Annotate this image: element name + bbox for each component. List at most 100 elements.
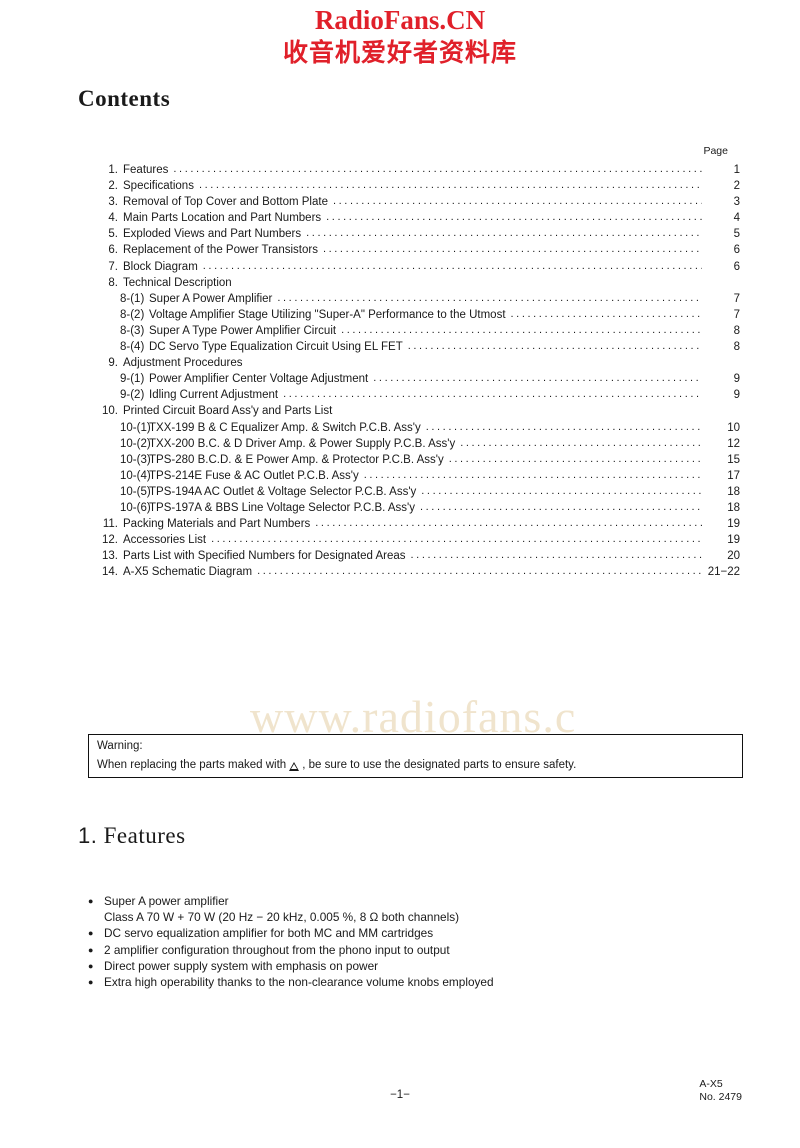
toc-item-page: 18 <box>727 501 740 514</box>
toc-leader-dots: ........................................… <box>198 179 702 192</box>
warning-text-after: , be sure to use the designated parts to… <box>302 759 577 771</box>
toc-item-number: 1. <box>108 164 118 176</box>
table-of-contents: 1. Features..............................… <box>92 162 740 580</box>
toc-item-page: 3 <box>733 196 740 209</box>
toc-item-number: 7. <box>108 260 118 273</box>
toc-item-page: 21−22 <box>707 566 740 579</box>
warning-text-before: When replacing the parts maked with <box>97 759 287 771</box>
toc-item-page: 7 <box>733 308 740 321</box>
toc-item-label: Parts List with Specified Numbers for De… <box>123 550 406 563</box>
toc-item-page: 12 <box>727 437 740 450</box>
toc-item-page: 9 <box>733 389 740 402</box>
toc-row: 10-(6) TPS-197A & BBS Line Voltage Select… <box>92 500 740 516</box>
toc-item-number: 3. <box>108 196 118 209</box>
toc-item-label: Accessories List <box>123 534 207 547</box>
warning-box: Warning: When replacing the parts maked … <box>88 734 743 778</box>
toc-leader-dots: ........................................… <box>448 452 702 465</box>
toc-leader-dots: ........................................… <box>425 420 702 433</box>
toc-item-number: 8. <box>108 276 118 289</box>
toc-item-label: Technical Description <box>123 276 232 289</box>
features-section-number: 1. <box>78 823 98 848</box>
toc-row: 8.Technical Description.................… <box>92 275 740 291</box>
toc-item-page: 2 <box>733 180 740 193</box>
site-watermark-header: RadioFans.CN 收音机爱好者资料库 <box>0 5 800 66</box>
toc-row: 10-(3) TPS-280 B.C.D. & E Power Amp. & Pr… <box>92 452 740 468</box>
document-page: RadioFans.CN 收音机爱好者资料库 Contents Page 1. F… <box>0 0 800 1148</box>
toc-item-page: 8 <box>733 341 740 354</box>
toc-item-label: Voltage Amplifier Stage Utilizing "Super… <box>149 308 506 321</box>
site-watermark-title: RadioFans.CN <box>314 5 486 35</box>
toc-item-number: 4. <box>108 212 118 225</box>
toc-row: 3. Removal of Top Cover and Bottom Plate.… <box>92 194 740 210</box>
toc-leader-dots: ........................................… <box>410 549 702 562</box>
toc-item-label: Block Diagram <box>123 260 198 273</box>
toc-item-page: 15 <box>727 453 740 466</box>
toc-item-page: 10 <box>727 421 740 434</box>
toc-item-label: Super A Type Power Amplifier Circuit <box>149 324 337 337</box>
toc-item-label: Idling Current Adjustment <box>149 389 279 402</box>
toc-item-page: 8 <box>733 324 740 337</box>
toc-row: 6. Replacement of the Power Transistors..… <box>92 242 740 258</box>
feature-entry: ● Extra high operability thanks to the no… <box>88 974 708 990</box>
toc-item-number: 2. <box>108 180 118 193</box>
feature-item: ● Super A power amplifier <box>88 893 708 909</box>
toc-row: 4. Main Parts Location and Part Numbers..… <box>92 210 740 226</box>
toc-item-label: Specifications <box>123 180 194 193</box>
toc-leader-dots: ........................................… <box>460 436 702 449</box>
toc-row: 12. Accessories List.....................… <box>92 532 740 548</box>
toc-item-number: 8-(3) <box>120 324 145 337</box>
toc-item-number: 10-(1) <box>120 421 151 434</box>
toc-item-number: 10-(3) <box>120 453 151 466</box>
toc-item-page: 20 <box>727 550 740 563</box>
toc-item-label: Main Parts Location and Part Numbers <box>123 212 322 225</box>
toc-item-page: 6 <box>733 244 740 257</box>
bullet-icon: ● <box>88 977 94 988</box>
feature-item: ● Extra high operability thanks to the no… <box>88 974 708 990</box>
toc-item-label: Features <box>123 164 169 176</box>
toc-item-label: A-X5 Schematic Diagram <box>123 566 253 579</box>
warning-triangle-icon <box>289 761 300 771</box>
toc-item-number: 14. <box>102 566 118 579</box>
toc-leader-dots: ........................................… <box>173 163 702 175</box>
toc-item-number: 11. <box>102 518 118 531</box>
toc-row: 9-(1) Power Amplifier Center Voltage Adju… <box>92 371 740 387</box>
toc-item-number: 13. <box>102 550 118 563</box>
toc-item-label: TPS-214E Fuse & AC Outlet P.C.B. Ass'y <box>149 469 359 482</box>
toc-leader-dots: ........................................… <box>373 372 702 385</box>
toc-item-number: 8-(1) <box>120 292 145 305</box>
features-heading-label: Features <box>103 823 186 848</box>
toc-item-page: 17 <box>727 469 740 482</box>
feature-text: Extra high operability thanks to the non… <box>104 975 494 990</box>
bullet-icon: ● <box>88 944 94 955</box>
toc-row: 2. Specifications........................… <box>92 178 740 194</box>
toc-row: 9-(2) Idling Current Adjustment..........… <box>92 387 740 403</box>
bullet-icon: ● <box>88 896 94 906</box>
toc-item-number: 10-(4) <box>120 469 151 482</box>
toc-item-page: 18 <box>727 485 740 498</box>
toc-leader-dots: ........................................… <box>202 259 702 272</box>
toc-row: 10-(4) TPS-214E Fuse & AC Outlet P.C.B. A… <box>92 468 740 484</box>
feature-text: Direct power supply system with emphasis… <box>104 958 379 973</box>
toc-leader-dots: ........................................… <box>283 388 702 401</box>
toc-row: 10. Printed Circuit Board Ass'y and Parts… <box>92 403 740 419</box>
toc-item-label: Exploded Views and Part Numbers <box>123 228 302 241</box>
toc-leader-dots: ........................................… <box>332 195 702 208</box>
toc-item-label: Removal of Top Cover and Bottom Plate <box>123 196 328 209</box>
toc-row: 1. Features..............................… <box>92 162 740 178</box>
feature-item: ● 2 amplifier configuration throughout fr… <box>88 942 708 958</box>
toc-leader-dots: ........................................… <box>326 211 702 224</box>
toc-row: 10-(2) TXX-200 B.C. & D Driver Amp. & Pow… <box>92 436 740 452</box>
toc-item-label: DC Servo Type Equalization Circuit Using… <box>149 341 403 354</box>
toc-row: 10-(5) TPS-194A AC Outlet & Voltage Selec… <box>92 484 740 500</box>
feature-item: ● Direct power supply system with emphasi… <box>88 958 708 974</box>
feature-subtext: Class A 70 W + 70 W (20 Hz − 20 kHz, 0.0… <box>104 910 460 925</box>
toc-item-label: Replacement of the Power Transistors <box>123 244 318 257</box>
toc-row: 8-(3) Super A Type Power Amplifier Circui… <box>92 323 740 339</box>
toc-leader-dots: ........................................… <box>306 227 702 240</box>
bullet-icon: ● <box>88 960 94 971</box>
features-heading: 1. Features <box>78 823 186 849</box>
toc-item-page: 9 <box>733 373 740 386</box>
toc-item-page: 4 <box>733 212 740 225</box>
toc-item-number: 10-(5) <box>120 485 151 498</box>
toc-item-page: 5 <box>733 228 740 241</box>
